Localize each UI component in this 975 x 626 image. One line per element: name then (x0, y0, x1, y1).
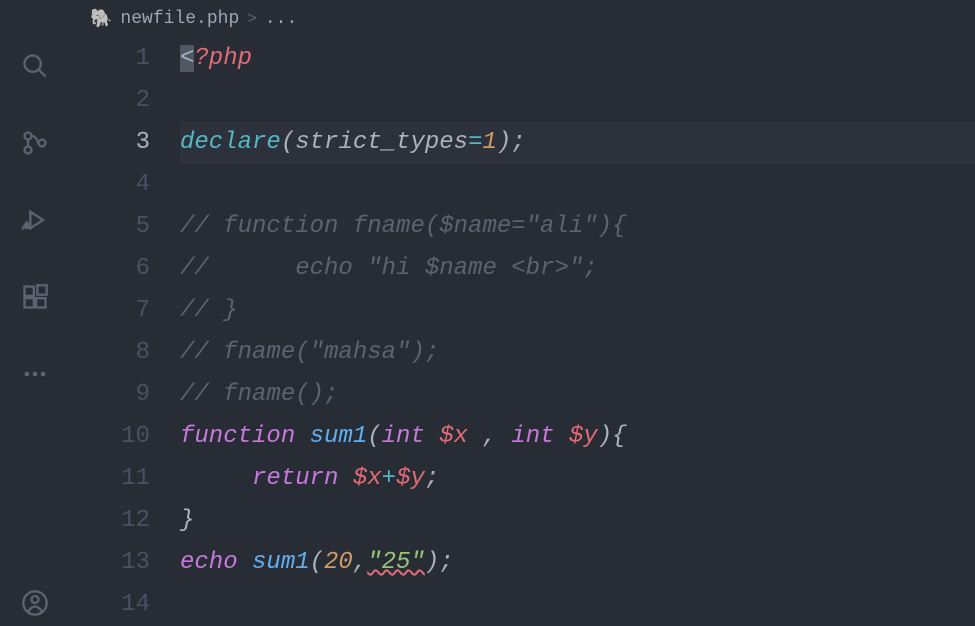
breadcrumb-filename: newfile.php (120, 9, 239, 29)
code-token (468, 423, 482, 450)
code-token: < (180, 45, 194, 72)
code-token: echo (180, 549, 238, 576)
line-number: 5 (110, 206, 150, 248)
code-token: sum1 (252, 549, 310, 576)
line-number: 13 (110, 542, 150, 584)
search-icon[interactable] (19, 50, 51, 82)
file-type-icon: 🐘 (90, 8, 112, 30)
line-number: 12 (110, 500, 150, 542)
code-token: $x (353, 465, 382, 492)
code-line[interactable] (180, 80, 975, 122)
code-token: } (180, 507, 194, 534)
line-number-gutter: 1234567891011121314 (110, 38, 180, 626)
code-token: strict_types (295, 129, 468, 156)
code-token: 20 (324, 549, 353, 576)
code-line[interactable]: declare(strict_types=1); (180, 122, 975, 164)
code-token (238, 549, 252, 576)
code-token: = (468, 129, 482, 156)
line-number: 4 (110, 164, 150, 206)
code-token: ( (310, 549, 324, 576)
code-token: , (353, 549, 367, 576)
line-number: 7 (110, 290, 150, 332)
breadcrumb[interactable]: 🐘 newfile.php > ... (70, 0, 975, 38)
editor-main: 🐘 newfile.php > ... 1234567891011121314 … (70, 0, 975, 619)
code-token: // fname("mahsa"); (180, 339, 439, 366)
code-token: sum1 (310, 423, 368, 450)
code-token: ; (425, 465, 439, 492)
code-line[interactable]: // echo "hi $name <br>"; (180, 248, 975, 290)
code-token: , (482, 423, 496, 450)
code-line[interactable]: // } (180, 290, 975, 332)
code-token (295, 423, 309, 450)
code-token: declare (180, 129, 281, 156)
line-number: 11 (110, 458, 150, 500)
code-token (555, 423, 569, 450)
code-line[interactable]: } (180, 500, 975, 542)
code-token: $x (439, 423, 468, 450)
more-icon[interactable] (19, 358, 51, 390)
line-number: 14 (110, 584, 150, 626)
chevron-right-icon: > (247, 10, 257, 28)
line-number: 3 (110, 122, 150, 164)
run-debug-icon[interactable] (19, 204, 51, 236)
code-token: // fname(); (180, 381, 338, 408)
code-content[interactable]: <?phpdeclare(strict_types=1);// function… (180, 38, 975, 626)
code-token (425, 423, 439, 450)
code-token (180, 465, 252, 492)
breadcrumb-rest: ... (265, 9, 297, 29)
code-token: $y (396, 465, 425, 492)
code-line[interactable]: // fname(); (180, 374, 975, 416)
code-token: ); (497, 129, 526, 156)
code-line[interactable]: // fname("mahsa"); (180, 332, 975, 374)
code-line[interactable]: function sum1(int $x , int $y){ (180, 416, 975, 458)
code-token: return (252, 465, 338, 492)
code-token (497, 423, 511, 450)
code-token: function (180, 423, 295, 450)
line-number: 2 (110, 80, 150, 122)
line-number: 10 (110, 416, 150, 458)
code-token: // } (180, 297, 238, 324)
code-token: + (382, 465, 396, 492)
source-control-icon[interactable] (19, 127, 51, 159)
code-token: ){ (598, 423, 627, 450)
line-number: 9 (110, 374, 150, 416)
activity-bar (0, 0, 70, 619)
code-line[interactable] (180, 584, 975, 626)
line-number: 1 (110, 38, 150, 80)
code-token: // function fname($name="ali"){ (180, 213, 626, 240)
code-line[interactable]: // function fname($name="ali"){ (180, 206, 975, 248)
code-token: int (382, 423, 425, 450)
code-line[interactable] (180, 164, 975, 206)
code-editor[interactable]: 1234567891011121314 <?phpdeclare(strict_… (70, 38, 975, 626)
line-number: 6 (110, 248, 150, 290)
code-line[interactable]: <?php (180, 38, 975, 80)
code-token: "25" (367, 549, 425, 576)
code-token: ); (425, 549, 454, 576)
line-number: 8 (110, 332, 150, 374)
code-token: $y (569, 423, 598, 450)
code-token: 1 (482, 129, 496, 156)
code-token: ( (367, 423, 381, 450)
code-token: int (511, 423, 554, 450)
extensions-icon[interactable] (19, 281, 51, 313)
code-token: // echo "hi $name <br>"; (180, 255, 598, 282)
code-token (338, 465, 352, 492)
code-line[interactable]: echo sum1(20,"25"); (180, 542, 975, 584)
code-token: ( (281, 129, 295, 156)
code-line[interactable]: return $x+$y; (180, 458, 975, 500)
code-token: ?php (194, 45, 252, 72)
account-icon[interactable] (19, 587, 51, 619)
